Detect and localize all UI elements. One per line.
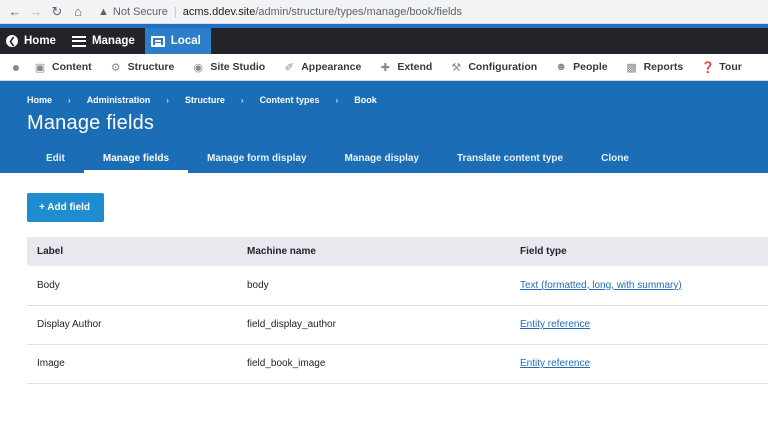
url-path: /admin/structure/types/manage/book/field… <box>255 5 463 18</box>
security-label: Not Secure <box>112 5 168 18</box>
menu-item-structure[interactable]: ⚙ Structure <box>110 61 175 74</box>
breadcrumb-content-types[interactable]: Content types <box>260 95 320 105</box>
menu-item-tour[interactable]: ❓ Tour <box>701 61 742 74</box>
breadcrumb-chevron-icon: › <box>240 95 244 105</box>
home-icon[interactable]: ⌂ <box>69 3 87 21</box>
menu-item-label: Site Studio <box>210 61 266 73</box>
toolbar-local-label: Local <box>170 35 201 47</box>
url-host: acms.ddev.site <box>182 5 256 18</box>
document-icon: ▣ <box>34 61 46 74</box>
address-bar[interactable]: ▲ Not Secure | acms.ddev.site/admin/stru… <box>98 6 462 18</box>
tab-edit[interactable]: Edit <box>27 143 84 173</box>
home-back-icon: ❮ <box>6 35 18 47</box>
toolbar-local[interactable]: Local <box>144 28 211 54</box>
wrench-icon: ⚒ <box>451 61 462 74</box>
table-row: Display Author field_display_author Enti… <box>27 305 768 345</box>
menu-item-label: People <box>573 61 608 73</box>
help-icon: ❓ <box>701 61 715 74</box>
toolbar-manage-label: Manage <box>91 35 135 47</box>
menu-item-label: Extend <box>397 61 433 73</box>
breadcrumb-chevron-icon: › <box>68 95 71 105</box>
tab-translate-content-type[interactable]: Translate content type <box>438 143 582 173</box>
menu-item-label: Configuration <box>468 61 538 73</box>
field-type-link[interactable]: Entity reference <box>520 319 590 330</box>
tab-clone[interactable]: Clone <box>582 143 648 173</box>
column-header-machine-name: Machine name <box>237 237 510 266</box>
bar-chart-icon: ▩ <box>626 61 637 74</box>
field-label: Body <box>27 266 237 306</box>
breadcrumb: Home › Administration › Structure › Cont… <box>27 95 377 105</box>
server-icon <box>150 35 165 47</box>
url-separator: | <box>173 5 177 18</box>
field-machine-name: field_book_image <box>237 344 510 384</box>
page-header: Home › Administration › Structure › Cont… <box>0 81 768 173</box>
browser-bar: ← → ↻ ⌂ ▲ Not Secure | acms.ddev.site/ad… <box>0 0 768 24</box>
menu-item-content[interactable]: ▣ Content <box>34 61 92 74</box>
menu-item-configuration[interactable]: ⚒ Configuration <box>450 61 537 74</box>
field-type-cell: Entity reference <box>510 344 768 384</box>
field-type-link[interactable]: Text (formatted, long, with summary) <box>520 280 682 291</box>
field-machine-name: body <box>237 266 510 306</box>
menu-item-appearance[interactable]: ✐ Appearance <box>283 61 362 74</box>
reload-icon[interactable]: ↻ <box>48 3 66 21</box>
menu-icon <box>71 35 86 47</box>
breadcrumb-structure[interactable]: Structure <box>185 95 225 105</box>
menu-item-site-studio[interactable]: ◉ Site Studio <box>192 61 266 74</box>
fields-table: Label Machine name Field type Body body … <box>27 237 768 384</box>
table-header-row: Label Machine name Field type <box>27 237 768 266</box>
forward-icon[interactable]: → <box>27 3 45 21</box>
menu-item-label: Structure <box>127 61 175 73</box>
structure-icon: ⚙ <box>110 61 121 74</box>
tab-manage-display[interactable]: Manage display <box>326 143 438 173</box>
studio-icon: ◉ <box>193 61 204 74</box>
menu-item-label: Content <box>52 61 92 73</box>
breadcrumb-book[interactable]: Book <box>354 95 377 105</box>
field-label: Image <box>27 344 237 384</box>
toolbar-home[interactable]: ❮ Home <box>0 28 66 54</box>
tab-manage-form-display[interactable]: Manage form display <box>188 143 325 173</box>
brush-icon: ✐ <box>284 61 294 74</box>
menu-item-extend[interactable]: ✚ Extend <box>379 61 433 74</box>
drupal-drop-icon[interactable]: ● <box>8 59 24 75</box>
toolbar-manage[interactable]: Manage <box>66 28 145 54</box>
back-icon[interactable]: ← <box>6 3 24 21</box>
main-content: + Add field Label Machine name Field typ… <box>0 173 768 384</box>
field-type-cell: Entity reference <box>510 305 768 345</box>
field-type-link[interactable]: Entity reference <box>520 358 590 369</box>
column-header-label: Label <box>27 237 237 266</box>
table-row: Image field_book_image Entity reference <box>27 344 768 384</box>
menu-item-label: Appearance <box>301 61 362 73</box>
breadcrumb-home[interactable]: Home <box>27 95 52 105</box>
primary-tabs: Edit Manage fields Manage form display M… <box>27 143 648 173</box>
breadcrumb-chevron-icon: › <box>166 95 169 105</box>
field-label: Display Author <box>27 305 237 345</box>
field-type-cell: Text (formatted, long, with summary) <box>510 266 768 306</box>
menu-item-reports[interactable]: ▩ Reports <box>626 61 684 74</box>
toolbar-home-label: Home <box>24 35 56 47</box>
admin-toolbar: ❮ Home Manage Local <box>0 24 768 54</box>
breadcrumb-chevron-icon: › <box>335 95 339 105</box>
people-icon: ☻ <box>555 61 567 73</box>
field-machine-name: field_display_author <box>237 305 510 345</box>
page-title: Manage fields <box>27 112 155 134</box>
menu-item-label: Tour <box>719 61 742 73</box>
table-row: Body body Text (formatted, long, with su… <box>27 266 768 306</box>
admin-menu-tray: ● ▣ Content ⚙ Structure ◉ Site Studio ✐ … <box>0 54 768 81</box>
add-field-button[interactable]: + Add field <box>27 193 105 222</box>
menu-item-people[interactable]: ☻ People <box>555 61 607 73</box>
puzzle-icon: ✚ <box>380 61 390 74</box>
column-header-field-type: Field type <box>510 237 768 266</box>
tab-manage-fields[interactable]: Manage fields <box>83 143 189 173</box>
warning-icon: ▲ <box>98 5 109 18</box>
breadcrumb-administration[interactable]: Administration <box>87 95 151 105</box>
menu-item-label: Reports <box>643 61 684 73</box>
